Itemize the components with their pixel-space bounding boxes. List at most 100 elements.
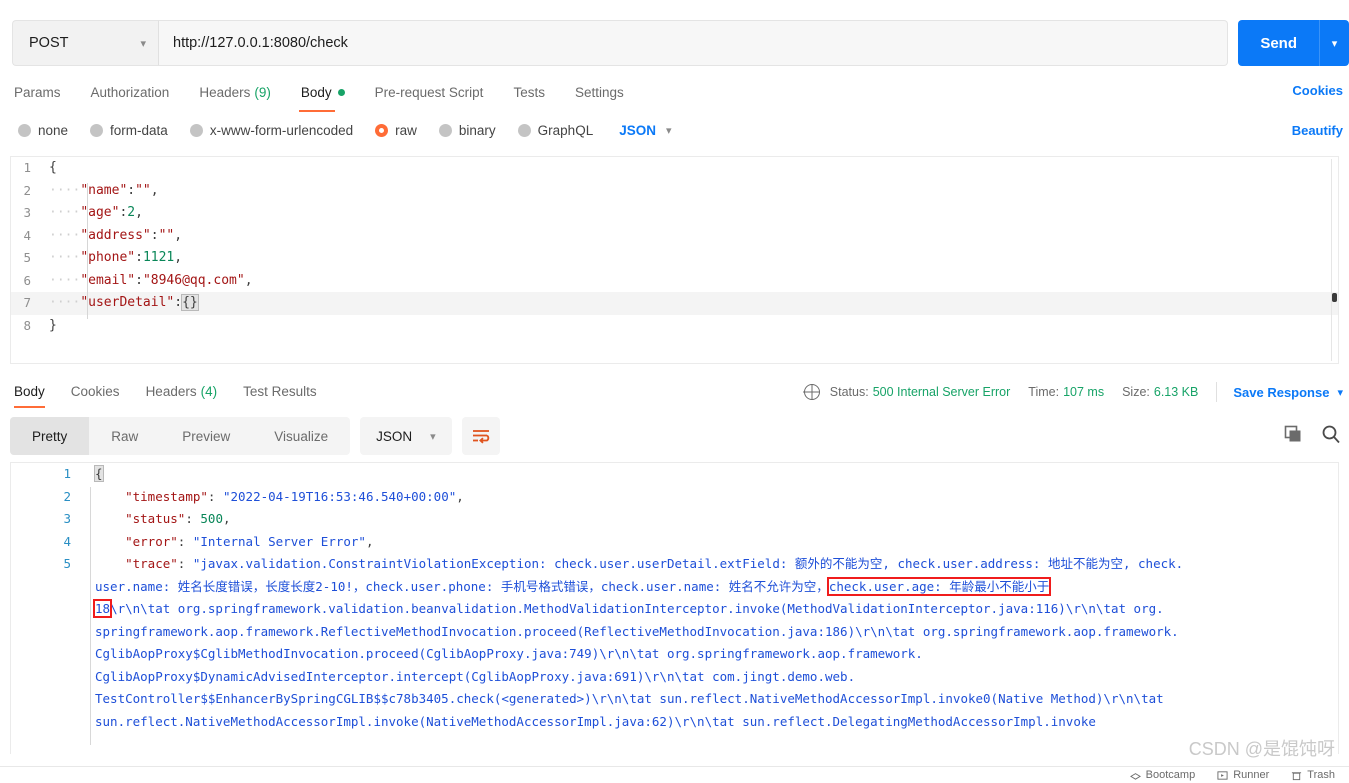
body-type-label: binary	[458, 122, 496, 138]
request-format-selector[interactable]: JSON ▾	[619, 123, 671, 138]
tab-settings[interactable]: Settings	[575, 72, 624, 112]
tab-body[interactable]: Body	[298, 72, 345, 112]
view-mode-visualize[interactable]: Visualize	[252, 417, 350, 455]
send-options-button[interactable]: ▾	[1319, 20, 1349, 66]
code-token: :	[174, 295, 183, 310]
code-token: TestController$$EnhancerBySpringCGLIB$$c…	[95, 691, 1164, 706]
code-token: CglibAopProxy$DynamicAdvisedInterceptor.…	[95, 668, 856, 684]
chevron-down-icon[interactable]: ▾	[1337, 386, 1343, 399]
search-button[interactable]	[1321, 424, 1341, 449]
line-number: 8	[23, 317, 31, 333]
body-type-none[interactable]: none	[18, 123, 68, 138]
line-number: 3	[63, 511, 71, 526]
response-code-line: CglibAopProxy$CglibMethodInvocation.proc…	[11, 643, 1338, 666]
copy-icon	[1284, 425, 1301, 441]
body-present-dot-icon	[337, 88, 345, 96]
response-gutter-rule	[90, 487, 91, 745]
runner-button[interactable]: Runner	[1217, 769, 1269, 781]
response-format-selector[interactable]: JSON ▾	[360, 417, 452, 455]
size-value: 6.13 KB	[1153, 385, 1199, 399]
request-code-line: 1{	[11, 157, 1338, 180]
view-mode-preview[interactable]: Preview	[160, 417, 252, 455]
status-value: 500 Internal Server Error	[872, 385, 1011, 399]
code-token: ,	[150, 182, 159, 198]
trash-button[interactable]: Trash	[1291, 769, 1335, 781]
body-type-binary[interactable]: binary	[438, 122, 496, 138]
code-token: :	[177, 556, 193, 571]
view-mode-raw[interactable]: Raw	[89, 417, 160, 455]
cookies-link[interactable]: Cookies	[1292, 83, 1343, 98]
response-tab-body[interactable]: Body	[14, 372, 45, 410]
code-token: ,	[174, 227, 183, 243]
wrap-lines-button[interactable]	[461, 417, 500, 455]
response-body-viewer[interactable]: 1{2 "timestamp": "2022-04-19T16:53:46.54…	[10, 462, 1339, 754]
response-code-line: 4 "error": "Internal Server Error",	[11, 531, 1338, 554]
code-token: ,	[174, 250, 183, 265]
http-method-label: POST	[29, 35, 69, 51]
response-headers-count-badge: (4)	[200, 383, 218, 399]
response-code-line: 18\r\n\tat org.springframework.validatio…	[11, 598, 1338, 621]
radio-selected-icon	[375, 123, 389, 137]
request-code-line: 8}	[11, 315, 1338, 338]
indent-dots: ····	[49, 227, 81, 243]
http-method-selector[interactable]: POST ▾	[12, 20, 159, 66]
tab-label: Test Results	[243, 383, 317, 399]
code-token: ,	[244, 272, 253, 288]
request-code-line: 3 ····"age":2,	[11, 202, 1338, 225]
body-type-form-data[interactable]: form-data	[90, 123, 168, 138]
response-code-line: 2 "timestamp": "2022-04-19T16:53:46.540+…	[11, 486, 1338, 509]
code-token: ""	[158, 227, 175, 243]
beautify-link[interactable]: Beautify	[1292, 123, 1343, 138]
view-mode-label: Raw	[111, 428, 139, 444]
tab-authorization[interactable]: Authorization	[91, 72, 170, 112]
code-token: ,	[222, 511, 231, 526]
send-button[interactable]: Send	[1238, 20, 1319, 66]
request-scrollbar[interactable]	[1332, 157, 1338, 363]
line-number: 5	[63, 556, 71, 571]
time-label: Time:	[1028, 385, 1060, 399]
response-tab-cookies[interactable]: Cookies	[71, 372, 120, 410]
indent-dots: ····	[49, 250, 81, 265]
code-token: "timestamp"	[125, 488, 208, 504]
scrollbar-thumb[interactable]	[1332, 293, 1337, 302]
save-response-button[interactable]: Save Response	[1233, 385, 1329, 400]
tab-params[interactable]: Params	[14, 72, 61, 112]
radio-icon	[189, 123, 203, 137]
code-token: "Internal Server Error"	[192, 533, 366, 549]
request-body-editor[interactable]: 1{2 ····"name":"", 3 ····"age":2, 4 ····"addr…	[10, 156, 1339, 364]
url-input[interactable]: http://127.0.0.1:8080/check	[159, 20, 1229, 66]
code-token: 500	[200, 511, 223, 526]
body-type-graphql[interactable]: GraphQL	[517, 123, 593, 138]
body-type-row: none form-data x-www-form-urlencoded raw…	[0, 112, 1349, 148]
response-tab-test-results[interactable]: Test Results	[243, 372, 317, 410]
status-badge: Status: 500 Internal Server Error	[830, 385, 1010, 399]
line-number: 6	[23, 272, 31, 288]
request-code-area[interactable]: 1{2 ····"name":"", 3 ····"age":2, 4 ····"addr…	[11, 157, 1338, 337]
line-number: 4	[63, 533, 71, 549]
tab-tests[interactable]: Tests	[513, 72, 545, 112]
response-status-group: Status: 500 Internal Server Error Time: 10…	[803, 382, 1343, 402]
body-type-urlencoded[interactable]: x-www-form-urlencoded	[189, 123, 353, 138]
highlighted-code-token: check.user.age: 年龄最小不能小于	[826, 576, 1052, 596]
indent-dots: ····	[49, 272, 81, 288]
response-toolbar: Pretty Raw Preview Visualize JSON ▾	[0, 410, 1349, 462]
chevron-down-icon: ▾	[665, 124, 672, 137]
bootcamp-button[interactable]: Bootcamp	[1129, 769, 1195, 781]
line-number: 1	[23, 160, 31, 175]
tab-label: Params	[14, 84, 61, 100]
response-code-area[interactable]: 1{2 "timestamp": "2022-04-19T16:53:46.54…	[11, 463, 1338, 733]
code-token: 1121	[142, 250, 175, 265]
tab-headers[interactable]: Headers (9)	[199, 72, 271, 112]
tab-label: Body	[14, 383, 45, 399]
view-mode-label: Preview	[182, 428, 231, 444]
tab-pre-request-script[interactable]: Pre-request Script	[375, 72, 484, 112]
copy-button[interactable]	[1283, 424, 1303, 449]
body-type-raw[interactable]: raw	[375, 123, 417, 138]
response-tab-headers[interactable]: Headers (4)	[146, 372, 218, 410]
view-mode-pretty[interactable]: Pretty	[10, 417, 90, 455]
indent-dots: ····	[49, 205, 81, 220]
code-token: "userDetail"	[80, 295, 175, 310]
globe-icon	[803, 384, 820, 400]
